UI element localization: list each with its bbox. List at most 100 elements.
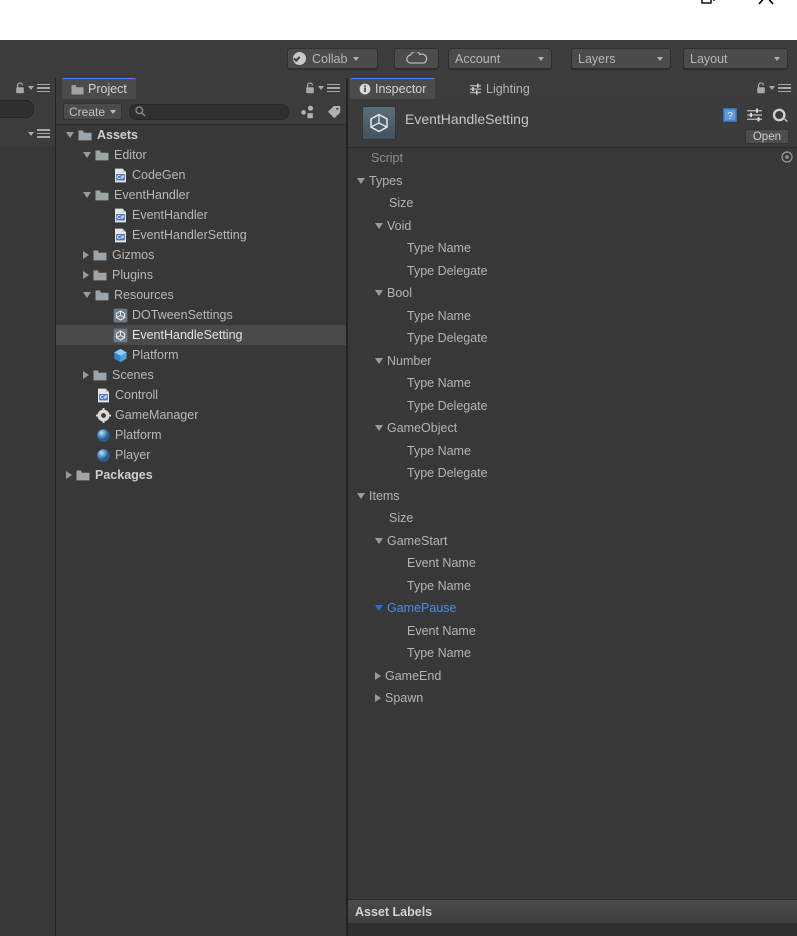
inspector-properties[interactable]: ScriptC#EventHandlerSetting Types Size4 Voi… <box>348 147 797 936</box>
cloud-button[interactable] <box>394 48 439 69</box>
project-tree-item[interactable]: DOTweenSettings <box>56 305 346 325</box>
tab-inspector[interactable]: Inspector <box>350 78 436 99</box>
inspector-property-row[interactable]: Type DelegateBoolDelegate(params bool[] … <box>348 327 797 350</box>
disclosure-triangle-icon[interactable] <box>66 471 72 479</box>
inspector-property-row[interactable]: GamePause <box>348 597 797 620</box>
material-icon <box>95 447 111 463</box>
disclosure-triangle-icon[interactable] <box>83 271 89 279</box>
inspector-property-row[interactable]: Type NameBool <box>348 642 797 665</box>
inspector-property-row[interactable]: Event NameGamePause <box>348 620 797 643</box>
disclosure-triangle-icon[interactable] <box>83 292 91 298</box>
inspector-property-row[interactable]: Size4 <box>348 507 797 530</box>
project-toolbar: Create <box>56 99 346 125</box>
disclosure-triangle-icon[interactable] <box>375 605 383 612</box>
stub-lock-menu[interactable] <box>15 82 50 94</box>
project-tree-item[interactable]: C# EventHandlerSetting <box>56 225 346 245</box>
disclosure-triangle-icon[interactable] <box>375 537 383 544</box>
inspector-property-row[interactable]: Number <box>348 350 797 373</box>
inspector-property-row[interactable]: GameStart <box>348 530 797 553</box>
object-picker-icon[interactable] <box>781 151 793 163</box>
inspector-property-row[interactable]: GameObject <box>348 417 797 440</box>
create-button[interactable]: Create <box>63 103 123 120</box>
project-tree-item[interactable]: C# Controll <box>56 385 346 405</box>
inspector-property-row[interactable]: Type NameVoid <box>348 575 797 598</box>
restore-window-button[interactable] <box>697 0 719 10</box>
disclosure-triangle-icon[interactable] <box>66 132 74 138</box>
tab-inspector-label: Inspector <box>375 82 427 96</box>
menu-icon[interactable] <box>327 83 340 93</box>
gear-icon[interactable] <box>772 108 789 128</box>
property-label: Script <box>371 151 403 166</box>
filter-by-type-button[interactable] <box>299 103 316 120</box>
inspector-property-row[interactable]: Type DelegateNumberDelegate(params float… <box>348 395 797 418</box>
disclosure-triangle-icon[interactable] <box>375 357 383 364</box>
inspector-property-row[interactable]: Types <box>348 170 797 193</box>
disclosure-triangle-icon[interactable] <box>375 290 383 297</box>
inspector-property-row[interactable]: Type DelegateVoidDelegate() <box>348 260 797 283</box>
project-tree-item[interactable]: C# CodeGen <box>56 165 346 185</box>
tab-lighting[interactable]: Lighting <box>460 78 539 99</box>
inspector-lock-menu[interactable] <box>756 82 791 94</box>
filter-by-label-button[interactable] <box>326 103 343 120</box>
project-tree-item[interactable]: Assets <box>56 125 346 145</box>
disclosure-triangle-icon[interactable] <box>357 177 365 184</box>
project-tree-item[interactable]: EventHandler <box>56 185 346 205</box>
inspector-property-row[interactable]: Bool <box>348 282 797 305</box>
inspector-property-row[interactable]: Void <box>348 215 797 238</box>
tab-project[interactable]: Project <box>62 78 136 99</box>
close-window-button[interactable] <box>755 0 777 10</box>
collab-button[interactable]: Collab <box>287 48 378 69</box>
layout-button[interactable]: Layout <box>683 48 788 69</box>
lighting-icon <box>469 83 482 95</box>
disclosure-triangle-icon[interactable] <box>375 425 383 432</box>
project-tree-item[interactable]: Plugins <box>56 265 346 285</box>
project-lock-menu[interactable] <box>305 82 340 94</box>
project-tree-item[interactable]: Player <box>56 445 346 465</box>
inspector-property-row[interactable]: Type NameVoid <box>348 237 797 260</box>
project-tree-item[interactable]: Scenes <box>56 365 346 385</box>
lock-icon <box>16 82 24 94</box>
inspector-property-row[interactable]: Size4 <box>348 192 797 215</box>
project-search-input[interactable] <box>129 103 290 120</box>
disclosure-triangle-icon[interactable] <box>375 694 381 703</box>
disclosure-triangle-icon[interactable] <box>357 492 365 499</box>
disclosure-triangle-icon[interactable] <box>83 192 91 198</box>
inspector-property-row[interactable]: GameEnd <box>348 665 797 688</box>
inspector-property-row[interactable]: Type DelegateGameObjectDelegate(params G… <box>348 462 797 485</box>
menu-icon[interactable] <box>37 129 50 138</box>
inspector-property-row[interactable]: Type NameBool <box>348 305 797 328</box>
project-tree-item[interactable]: Platform <box>56 425 346 445</box>
property-label: Type Name <box>407 241 471 256</box>
project-tree-item[interactable]: Resources <box>56 285 346 305</box>
disclosure-triangle-icon[interactable] <box>83 152 91 158</box>
project-tree-item[interactable]: C# EventHandler <box>56 205 346 225</box>
stub-menu[interactable] <box>28 129 50 138</box>
project-tree-item[interactable]: Gizmos <box>56 245 346 265</box>
help-icon[interactable]: ? <box>722 107 738 128</box>
disclosure-triangle-icon[interactable] <box>83 251 89 259</box>
disclosure-triangle-icon[interactable] <box>83 371 89 379</box>
disclosure-triangle-icon[interactable] <box>375 222 383 229</box>
preset-icon[interactable] <box>747 108 763 127</box>
project-tree[interactable]: Assets Editor C# CodeGen EventHandler C# Event… <box>56 125 346 936</box>
account-button[interactable]: Account <box>448 48 552 69</box>
inspector-property-row[interactable]: Items <box>348 485 797 508</box>
scriptable-object-icon <box>362 106 396 140</box>
disclosure-triangle-icon[interactable] <box>375 671 381 680</box>
inspector-property-row[interactable]: Type NameGameObject <box>348 440 797 463</box>
asset-labels-bar[interactable]: Asset Labels <box>348 899 797 923</box>
menu-icon[interactable] <box>778 83 791 93</box>
layers-button[interactable]: Layers <box>571 48 671 69</box>
inspector-property-row[interactable]: Spawn <box>348 687 797 710</box>
project-tree-item[interactable]: EventHandleSetting <box>56 325 346 345</box>
project-tree-item[interactable]: GameManager <box>56 405 346 425</box>
open-button[interactable]: Open <box>744 129 789 144</box>
project-tree-item[interactable]: Platform <box>56 345 346 365</box>
menu-icon[interactable] <box>37 83 50 93</box>
project-tree-item[interactable]: Packages <box>56 465 346 485</box>
inspector-property-row[interactable]: Type NameNumber <box>348 372 797 395</box>
project-tree-item[interactable]: Editor <box>56 145 346 165</box>
stub-search-input[interactable] <box>0 100 34 118</box>
inspector-property-row[interactable]: Event NameGameStart <box>348 552 797 575</box>
inspector-property-row[interactable]: ScriptC#EventHandlerSetting <box>348 147 797 170</box>
